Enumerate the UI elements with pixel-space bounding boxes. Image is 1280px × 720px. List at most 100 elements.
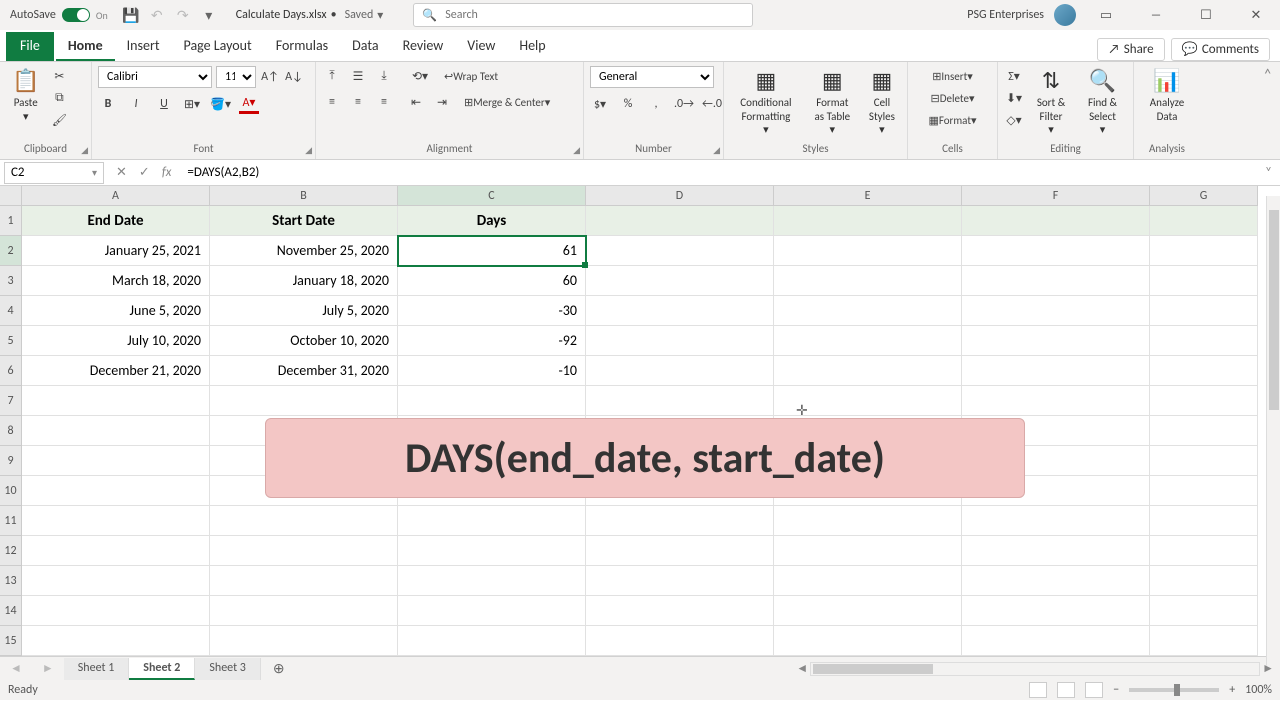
- redo-icon[interactable]: ↷: [170, 7, 196, 24]
- row-header-10[interactable]: 10: [0, 476, 22, 506]
- cell-C3[interactable]: 60: [398, 266, 586, 296]
- comments-button[interactable]: 💬Comments: [1171, 38, 1270, 61]
- cell-C13[interactable]: [398, 566, 586, 596]
- underline-button[interactable]: U: [154, 94, 174, 114]
- cell-C7[interactable]: [398, 386, 586, 416]
- cell-A1[interactable]: End Date: [22, 206, 210, 236]
- increase-font-icon[interactable]: A↑: [260, 67, 280, 87]
- decrease-indent-icon[interactable]: ⇤: [406, 92, 426, 112]
- row-header-2[interactable]: 2: [0, 236, 22, 266]
- cell-A15[interactable]: [22, 626, 210, 656]
- save-icon[interactable]: 💾: [118, 7, 144, 24]
- cell-A5[interactable]: July 10, 2020: [22, 326, 210, 356]
- cell-D2[interactable]: [586, 236, 774, 266]
- cell-E11[interactable]: [774, 506, 962, 536]
- cell-B5[interactable]: October 10, 2020: [210, 326, 398, 356]
- cell-A13[interactable]: [22, 566, 210, 596]
- col-header-B[interactable]: B: [210, 186, 398, 206]
- delete-cells-button[interactable]: ⊟ Delete ▾: [914, 88, 991, 108]
- cell-B12[interactable]: [210, 536, 398, 566]
- wrap-text-button[interactable]: ↩ Wrap Text: [444, 66, 498, 86]
- tab-home[interactable]: Home: [56, 32, 115, 61]
- merge-center-button[interactable]: ⊞ Merge & Center ▾: [464, 92, 550, 112]
- orientation-icon[interactable]: ⟲▾: [410, 66, 430, 86]
- cell-C6[interactable]: -10: [398, 356, 586, 386]
- sheet-nav-next-icon[interactable]: ►: [32, 661, 64, 676]
- cell-F1[interactable]: [962, 206, 1150, 236]
- cancel-formula-icon[interactable]: ✕: [116, 165, 127, 180]
- col-header-G[interactable]: G: [1150, 186, 1258, 206]
- font-size-select[interactable]: 11: [216, 66, 256, 88]
- cell-A8[interactable]: [22, 416, 210, 446]
- align-left-icon[interactable]: ≡: [322, 92, 342, 112]
- analyze-data-button[interactable]: 📊Analyze Data: [1140, 66, 1194, 125]
- row-header-11[interactable]: 11: [0, 506, 22, 536]
- cell-F6[interactable]: [962, 356, 1150, 386]
- tab-insert[interactable]: Insert: [115, 32, 172, 61]
- cell-F13[interactable]: [962, 566, 1150, 596]
- italic-button[interactable]: I: [126, 94, 146, 114]
- page-break-view-icon[interactable]: [1085, 682, 1103, 698]
- cell-G11[interactable]: [1150, 506, 1258, 536]
- cell-F5[interactable]: [962, 326, 1150, 356]
- borders-icon[interactable]: ⊞▾: [182, 94, 202, 114]
- cell-C2[interactable]: 61: [398, 236, 586, 266]
- row-header-1[interactable]: 1: [0, 206, 22, 236]
- cell-B15[interactable]: [210, 626, 398, 656]
- search-box[interactable]: 🔍: [413, 3, 753, 27]
- cell-B4[interactable]: July 5, 2020: [210, 296, 398, 326]
- cell-B14[interactable]: [210, 596, 398, 626]
- row-header-9[interactable]: 9: [0, 446, 22, 476]
- cell-G10[interactable]: [1150, 476, 1258, 506]
- cell-F12[interactable]: [962, 536, 1150, 566]
- cell-E6[interactable]: [774, 356, 962, 386]
- cell-F3[interactable]: [962, 266, 1150, 296]
- cell-E5[interactable]: [774, 326, 962, 356]
- font-color-icon[interactable]: A▾: [239, 94, 259, 114]
- fx-icon[interactable]: fx: [162, 165, 172, 180]
- cell-A10[interactable]: [22, 476, 210, 506]
- tab-view[interactable]: View: [455, 32, 507, 61]
- tab-formulas[interactable]: Formulas: [264, 32, 340, 61]
- increase-decimal-icon[interactable]: .0→: [674, 94, 694, 114]
- number-format-select[interactable]: General: [590, 66, 714, 88]
- tab-file[interactable]: File: [6, 32, 54, 61]
- cell-C1[interactable]: Days: [398, 206, 586, 236]
- clipboard-launcher-icon[interactable]: ◢: [81, 145, 88, 156]
- row-header-13[interactable]: 13: [0, 566, 22, 596]
- decrease-font-icon[interactable]: A↓: [284, 67, 304, 87]
- cell-F2[interactable]: [962, 236, 1150, 266]
- insert-cells-button[interactable]: ⊞ Insert ▾: [914, 66, 991, 86]
- cell-G2[interactable]: [1150, 236, 1258, 266]
- alignment-launcher-icon[interactable]: ◢: [573, 145, 580, 156]
- col-header-A[interactable]: A: [22, 186, 210, 206]
- decrease-decimal-icon[interactable]: ←.0: [702, 94, 722, 114]
- cell-A3[interactable]: March 18, 2020: [22, 266, 210, 296]
- cell-E13[interactable]: [774, 566, 962, 596]
- cell-F7[interactable]: [962, 386, 1150, 416]
- close-icon[interactable]: ✕: [1236, 8, 1276, 23]
- row-header-8[interactable]: 8: [0, 416, 22, 446]
- search-input[interactable]: [445, 8, 744, 22]
- cell-A6[interactable]: December 21, 2020: [22, 356, 210, 386]
- col-header-C[interactable]: C: [398, 186, 586, 206]
- row-header-15[interactable]: 15: [0, 626, 22, 656]
- cell-E1[interactable]: [774, 206, 962, 236]
- format-as-table-button[interactable]: ▦Format as Table▾: [806, 66, 859, 138]
- cell-G4[interactable]: [1150, 296, 1258, 326]
- clear-icon[interactable]: ◇▾: [1004, 110, 1024, 130]
- minimize-icon[interactable]: ―: [1136, 8, 1176, 23]
- row-header-7[interactable]: 7: [0, 386, 22, 416]
- cell-E3[interactable]: [774, 266, 962, 296]
- col-header-D[interactable]: D: [586, 186, 774, 206]
- paste-button[interactable]: 📋 Paste▾: [6, 66, 45, 125]
- cell-C12[interactable]: [398, 536, 586, 566]
- cell-B6[interactable]: December 31, 2020: [210, 356, 398, 386]
- cell-G1[interactable]: [1150, 206, 1258, 236]
- cell-B2[interactable]: November 25, 2020: [210, 236, 398, 266]
- cell-D7[interactable]: [586, 386, 774, 416]
- name-box-dropdown-icon[interactable]: ▾: [92, 166, 97, 179]
- cell-A2[interactable]: January 25, 2021: [22, 236, 210, 266]
- tab-help[interactable]: Help: [507, 32, 557, 61]
- cell-D13[interactable]: [586, 566, 774, 596]
